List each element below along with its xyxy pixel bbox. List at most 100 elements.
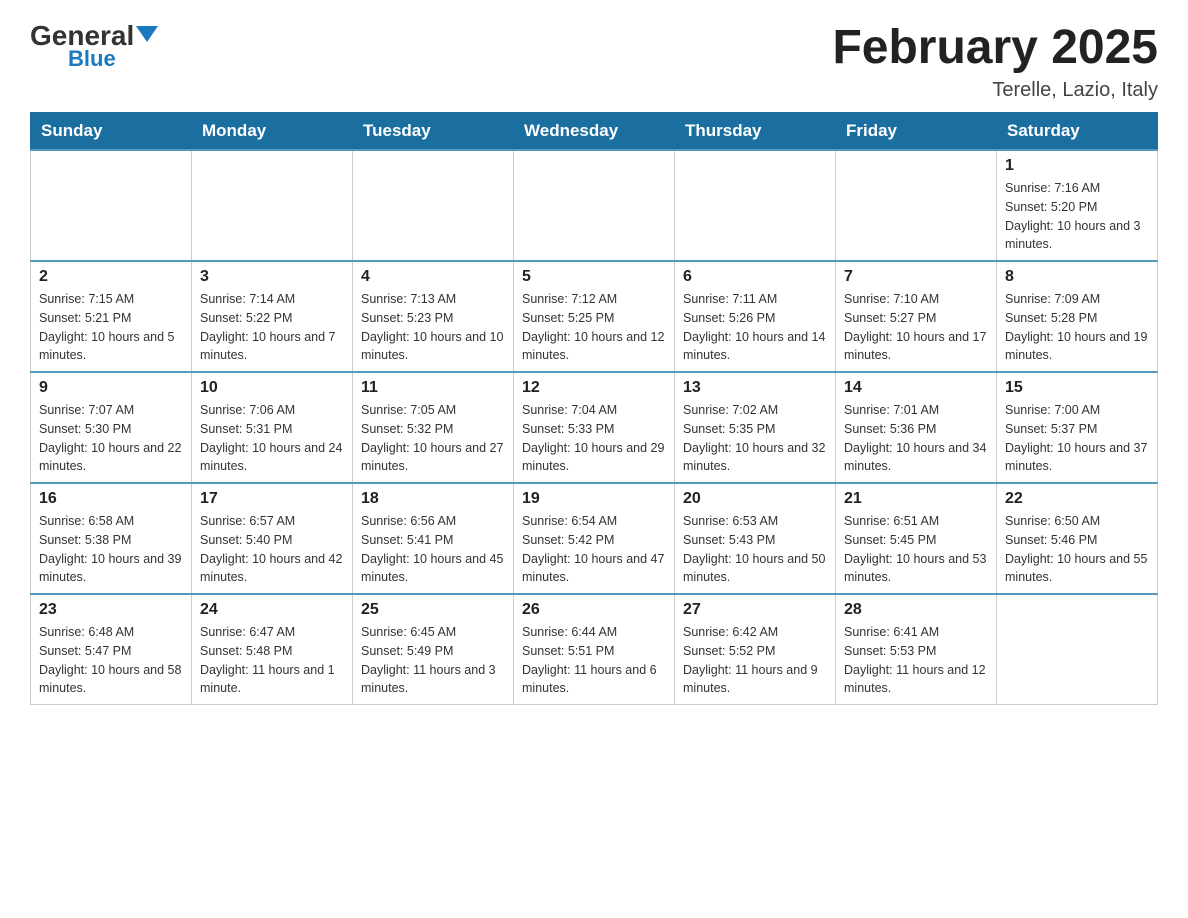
day-number: 18 bbox=[361, 490, 505, 508]
day-info: Sunrise: 6:48 AMSunset: 5:47 PMDaylight:… bbox=[39, 623, 183, 698]
month-title: February 2025 bbox=[832, 20, 1158, 75]
table-row: 5 Sunrise: 7:12 AMSunset: 5:25 PMDaylight… bbox=[514, 261, 675, 372]
day-info: Sunrise: 7:14 AMSunset: 5:22 PMDaylight:… bbox=[200, 290, 344, 365]
day-number: 24 bbox=[200, 601, 344, 619]
table-row bbox=[997, 594, 1158, 705]
calendar-table: Sunday Monday Tuesday Wednesday Thursday… bbox=[30, 112, 1158, 705]
day-number: 9 bbox=[39, 379, 183, 397]
table-row: 14 Sunrise: 7:01 AMSunset: 5:36 PMDayligh… bbox=[836, 372, 997, 483]
table-row bbox=[514, 150, 675, 261]
day-number: 20 bbox=[683, 490, 827, 508]
table-row: 11 Sunrise: 7:05 AMSunset: 5:32 PMDayligh… bbox=[353, 372, 514, 483]
day-number: 10 bbox=[200, 379, 344, 397]
table-row: 9Sunrise: 7:07 AMSunset: 5:30 PMDaylight… bbox=[31, 372, 192, 483]
day-info: Sunrise: 7:10 AMSunset: 5:27 PMDaylight:… bbox=[844, 290, 988, 365]
day-info: Sunrise: 6:45 AMSunset: 5:49 PMDaylight:… bbox=[361, 623, 505, 698]
day-info: Sunrise: 7:09 AMSunset: 5:28 PMDaylight:… bbox=[1005, 290, 1149, 365]
day-info: Sunrise: 6:56 AMSunset: 5:41 PMDaylight:… bbox=[361, 512, 505, 587]
table-row: 13Sunrise: 7:02 AMSunset: 5:35 PMDayligh… bbox=[675, 372, 836, 483]
table-row: 23 Sunrise: 6:48 AMSunset: 5:47 PMDayligh… bbox=[31, 594, 192, 705]
day-number: 23 bbox=[39, 601, 183, 619]
table-row bbox=[192, 150, 353, 261]
day-number: 12 bbox=[522, 379, 666, 397]
day-number: 6 bbox=[683, 268, 827, 286]
day-info: Sunrise: 6:54 AMSunset: 5:42 PMDaylight:… bbox=[522, 512, 666, 587]
day-number: 22 bbox=[1005, 490, 1149, 508]
logo-triangle-icon bbox=[136, 26, 158, 42]
day-info: Sunrise: 7:06 AMSunset: 5:31 PMDaylight:… bbox=[200, 401, 344, 476]
day-info: Sunrise: 7:00 AMSunset: 5:37 PMDaylight:… bbox=[1005, 401, 1149, 476]
table-row: 21Sunrise: 6:51 AMSunset: 5:45 PMDayligh… bbox=[836, 483, 997, 594]
table-row: 26 Sunrise: 6:44 AMSunset: 5:51 PMDayligh… bbox=[514, 594, 675, 705]
table-row: 18 Sunrise: 6:56 AMSunset: 5:41 PMDayligh… bbox=[353, 483, 514, 594]
table-row: 2 Sunrise: 7:15 AMSunset: 5:21 PMDaylight… bbox=[31, 261, 192, 372]
day-info: Sunrise: 7:12 AMSunset: 5:25 PMDaylight:… bbox=[522, 290, 666, 365]
table-row: 1 Sunrise: 7:16 AMSunset: 5:20 PMDaylight… bbox=[997, 150, 1158, 261]
day-info: Sunrise: 6:58 AMSunset: 5:38 PMDaylight:… bbox=[39, 512, 183, 587]
day-info: Sunrise: 7:01 AMSunset: 5:36 PMDaylight:… bbox=[844, 401, 988, 476]
day-number: 28 bbox=[844, 601, 988, 619]
day-number: 26 bbox=[522, 601, 666, 619]
col-friday: Friday bbox=[836, 113, 997, 151]
day-info: Sunrise: 6:47 AMSunset: 5:48 PMDaylight:… bbox=[200, 623, 344, 698]
table-row: 7 Sunrise: 7:10 AMSunset: 5:27 PMDaylight… bbox=[836, 261, 997, 372]
day-info: Sunrise: 7:13 AMSunset: 5:23 PMDaylight:… bbox=[361, 290, 505, 365]
table-row: 15 Sunrise: 7:00 AMSunset: 5:37 PMDayligh… bbox=[997, 372, 1158, 483]
col-sunday: Sunday bbox=[31, 113, 192, 151]
col-thursday: Thursday bbox=[675, 113, 836, 151]
table-row: 3 Sunrise: 7:14 AMSunset: 5:22 PMDaylight… bbox=[192, 261, 353, 372]
day-info: Sunrise: 6:51 AMSunset: 5:45 PMDaylight:… bbox=[844, 512, 988, 587]
title-area: February 2025 Terelle, Lazio, Italy bbox=[832, 20, 1158, 102]
day-info: Sunrise: 7:16 AMSunset: 5:20 PMDaylight:… bbox=[1005, 179, 1149, 254]
table-row bbox=[836, 150, 997, 261]
day-number: 4 bbox=[361, 268, 505, 286]
calendar-week-row: 2 Sunrise: 7:15 AMSunset: 5:21 PMDaylight… bbox=[31, 261, 1158, 372]
day-info: Sunrise: 7:11 AMSunset: 5:26 PMDaylight:… bbox=[683, 290, 827, 365]
calendar-week-row: 16 Sunrise: 6:58 AMSunset: 5:38 PMDayligh… bbox=[31, 483, 1158, 594]
col-tuesday: Tuesday bbox=[353, 113, 514, 151]
day-number: 14 bbox=[844, 379, 988, 397]
table-row: 28 Sunrise: 6:41 AMSunset: 5:53 PMDayligh… bbox=[836, 594, 997, 705]
day-number: 2 bbox=[39, 268, 183, 286]
col-monday: Monday bbox=[192, 113, 353, 151]
table-row: 10 Sunrise: 7:06 AMSunset: 5:31 PMDayligh… bbox=[192, 372, 353, 483]
table-row: 20 Sunrise: 6:53 AMSunset: 5:43 PMDayligh… bbox=[675, 483, 836, 594]
day-number: 16 bbox=[39, 490, 183, 508]
calendar-week-row: 9Sunrise: 7:07 AMSunset: 5:30 PMDaylight… bbox=[31, 372, 1158, 483]
day-number: 8 bbox=[1005, 268, 1149, 286]
day-number: 27 bbox=[683, 601, 827, 619]
day-info: Sunrise: 7:15 AMSunset: 5:21 PMDaylight:… bbox=[39, 290, 183, 365]
table-row: 25 Sunrise: 6:45 AMSunset: 5:49 PMDayligh… bbox=[353, 594, 514, 705]
day-info: Sunrise: 6:50 AMSunset: 5:46 PMDaylight:… bbox=[1005, 512, 1149, 587]
day-number: 7 bbox=[844, 268, 988, 286]
day-info: Sunrise: 6:57 AMSunset: 5:40 PMDaylight:… bbox=[200, 512, 344, 587]
table-row: 17Sunrise: 6:57 AMSunset: 5:40 PMDayligh… bbox=[192, 483, 353, 594]
table-row: 24 Sunrise: 6:47 AMSunset: 5:48 PMDayligh… bbox=[192, 594, 353, 705]
table-row: 4 Sunrise: 7:13 AMSunset: 5:23 PMDaylight… bbox=[353, 261, 514, 372]
table-row: 27Sunrise: 6:42 AMSunset: 5:52 PMDayligh… bbox=[675, 594, 836, 705]
page-header: General Blue February 2025 Terelle, Lazi… bbox=[30, 20, 1158, 102]
day-info: Sunrise: 6:53 AMSunset: 5:43 PMDaylight:… bbox=[683, 512, 827, 587]
day-number: 11 bbox=[361, 379, 505, 397]
day-info: Sunrise: 6:41 AMSunset: 5:53 PMDaylight:… bbox=[844, 623, 988, 698]
table-row: 8 Sunrise: 7:09 AMSunset: 5:28 PMDaylight… bbox=[997, 261, 1158, 372]
day-number: 3 bbox=[200, 268, 344, 286]
day-info: Sunrise: 7:04 AMSunset: 5:33 PMDaylight:… bbox=[522, 401, 666, 476]
calendar-week-row: 1 Sunrise: 7:16 AMSunset: 5:20 PMDaylight… bbox=[31, 150, 1158, 261]
calendar-week-row: 23 Sunrise: 6:48 AMSunset: 5:47 PMDayligh… bbox=[31, 594, 1158, 705]
col-saturday: Saturday bbox=[997, 113, 1158, 151]
table-row: 6 Sunrise: 7:11 AMSunset: 5:26 PMDaylight… bbox=[675, 261, 836, 372]
day-number: 5 bbox=[522, 268, 666, 286]
day-number: 19 bbox=[522, 490, 666, 508]
day-number: 25 bbox=[361, 601, 505, 619]
day-info: Sunrise: 6:44 AMSunset: 5:51 PMDaylight:… bbox=[522, 623, 666, 698]
logo: General Blue bbox=[30, 20, 158, 72]
table-row: 16 Sunrise: 6:58 AMSunset: 5:38 PMDayligh… bbox=[31, 483, 192, 594]
day-number: 13 bbox=[683, 379, 827, 397]
day-number: 1 bbox=[1005, 157, 1149, 175]
table-row: 12 Sunrise: 7:04 AMSunset: 5:33 PMDayligh… bbox=[514, 372, 675, 483]
table-row bbox=[353, 150, 514, 261]
day-info: Sunrise: 7:05 AMSunset: 5:32 PMDaylight:… bbox=[361, 401, 505, 476]
day-number: 15 bbox=[1005, 379, 1149, 397]
calendar-header-row: Sunday Monday Tuesday Wednesday Thursday… bbox=[31, 113, 1158, 151]
